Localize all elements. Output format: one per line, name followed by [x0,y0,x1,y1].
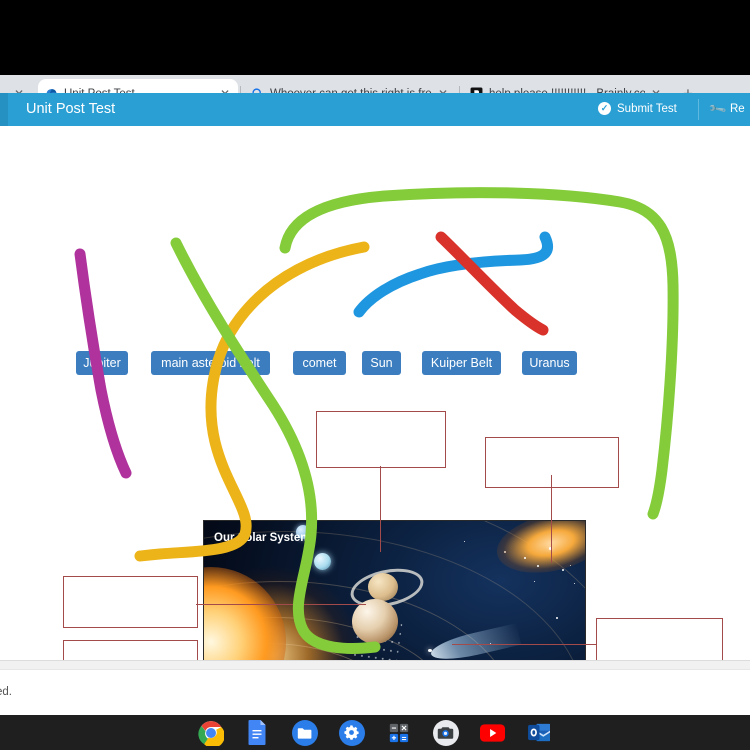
review-button[interactable]: 🔧 Re [707,98,745,120]
word-chip-label: Jupiter [83,356,121,370]
word-chip-label: Sun [370,356,393,370]
drop-box-top-right[interactable] [485,437,619,488]
settings-icon[interactable] [338,719,365,746]
planet-jupiter [352,599,398,644]
page-scroll-divider [0,660,750,670]
page-title: Unit Post Test [26,101,116,117]
drop-box-left-upper[interactable] [63,576,198,628]
submit-test-button[interactable]: ✓ Submit Test [598,102,677,115]
files-icon[interactable] [291,719,318,746]
outlook-icon[interactable] [527,720,553,746]
wrench-icon: 🔧 [707,98,728,120]
planet-saturn [344,562,427,614]
google-docs-icon[interactable] [245,720,271,746]
solar-system-image: Our Solar System [203,520,586,660]
connector-right [452,644,596,645]
drop-box-top-center[interactable] [316,411,446,468]
drop-box-left-lower[interactable] [63,640,198,660]
word-chip-label: comet [302,356,337,370]
word-chip-main-asteroid-belt[interactable]: main asteroid belt [151,351,270,375]
assessment-page: Unit Post Test ✓ Submit Test 🔧 Re Jupite… [0,93,750,660]
status-text: ed. [0,686,12,698]
comet [400,623,522,660]
connector-top-center [380,466,381,552]
word-chip-comet[interactable]: comet [293,351,346,375]
word-chip-label: main asteroid belt [161,356,260,370]
drop-box-right[interactable] [596,618,723,660]
word-chip-label: Uranus [529,356,570,370]
check-circle-icon: ✓ [598,102,611,115]
review-label: Re [729,103,745,115]
camera-icon[interactable] [432,719,459,746]
word-chip-uranus[interactable]: Uranus [522,351,577,375]
youtube-icon[interactable] [480,720,506,746]
word-chip-sun[interactable]: Sun [362,351,401,375]
solar-system-image-title: Our Solar System [214,532,311,544]
chrome-icon[interactable] [197,720,224,746]
app-header-bar: Unit Post Test ✓ Submit Test 🔧 Re [0,93,750,126]
calculator-icon[interactable] [386,720,412,746]
header-divider [698,99,699,120]
taskbar-icons [0,715,750,750]
connector-left-upper [196,604,366,605]
submit-test-label: Submit Test [617,102,677,115]
planet-uranus [314,553,331,570]
connector-top-right [551,475,552,563]
word-chip-jupiter[interactable]: Jupiter [76,351,128,375]
word-chip-kuiper-belt[interactable]: Kuiper Belt [422,351,501,375]
app-header-edge [0,93,8,126]
question-content: Jupiter main asteroid belt comet Sun Kui… [0,126,750,660]
screen-bezel-top [0,0,750,75]
word-chip-label: Kuiper Belt [430,356,493,370]
